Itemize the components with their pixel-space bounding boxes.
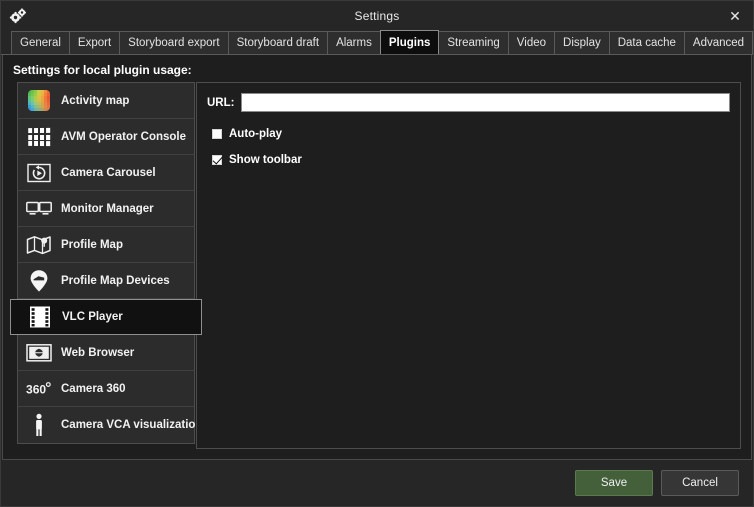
list-item-camera-carousel[interactable]: Camera Carousel: [18, 155, 194, 191]
list-item-profile-map-devices[interactable]: Profile Map Devices: [18, 263, 194, 299]
camera-carousel-icon: [26, 161, 52, 185]
tab-video[interactable]: Video: [508, 31, 555, 54]
gears-icon: [9, 8, 27, 24]
window-title: Settings: [1, 9, 753, 23]
tab-storyboard-export[interactable]: Storyboard export: [119, 31, 228, 54]
globe-screen-icon: [26, 341, 52, 365]
person-figure-icon: [26, 413, 52, 437]
list-item-label: Camera Carousel: [61, 167, 156, 179]
list-item-profile-map[interactable]: Profile Map: [18, 227, 194, 263]
grid-tiles-icon: [26, 125, 52, 149]
list-item-label: Activity map: [61, 95, 129, 107]
list-item-avm-operator-console[interactable]: AVM Operator Console: [18, 119, 194, 155]
list-item-monitor-manager[interactable]: Monitor Manager: [18, 191, 194, 227]
folded-map-icon: [26, 233, 52, 257]
auto-play-checkbox[interactable]: [212, 129, 222, 139]
tab-advanced[interactable]: Advanced: [684, 31, 753, 54]
film-strip-icon: [27, 305, 53, 329]
plugins-tab-panel: Settings for local plugin usage: Activit…: [2, 55, 752, 460]
tab-storyboard-draft[interactable]: Storyboard draft: [228, 31, 328, 54]
tab-data-cache[interactable]: Data cache: [609, 31, 685, 54]
tab-general[interactable]: General: [11, 31, 70, 54]
tab-streaming[interactable]: Streaming: [438, 31, 508, 54]
settings-tabs: General Export Storyboard export Storybo…: [1, 31, 753, 55]
list-item-camera-vca-visualization[interactable]: Camera VCA visualization: [18, 407, 194, 443]
list-item-label: Camera VCA visualization: [61, 419, 202, 431]
plugin-settings-panel: URL: Auto-play Show toolbar: [196, 82, 741, 449]
url-row: URL:: [207, 93, 730, 112]
list-item-label: Web Browser: [61, 347, 134, 359]
list-item-vlc-player[interactable]: VLC Player: [10, 299, 202, 335]
list-item-label: Camera 360: [61, 383, 126, 395]
checkbox-row-auto-play[interactable]: Auto-play: [207, 124, 730, 144]
list-item-web-browser[interactable]: Web Browser: [18, 335, 194, 371]
url-input[interactable]: [241, 93, 730, 112]
activity-heatmap-icon: [26, 89, 52, 113]
title-bar: Settings ✕: [1, 1, 753, 31]
tab-export[interactable]: Export: [69, 31, 120, 54]
list-item-camera-360[interactable]: 360 Camera 360: [18, 371, 194, 407]
list-item-label: AVM Operator Console: [61, 131, 186, 143]
list-item-label: VLC Player: [62, 311, 123, 323]
dialog-footer: Save Cancel: [1, 460, 753, 506]
tab-plugins[interactable]: Plugins: [380, 30, 440, 54]
show-toolbar-checkbox[interactable]: [212, 155, 222, 165]
map-pin-icon: [26, 269, 52, 293]
checkbox-row-show-toolbar[interactable]: Show toolbar: [207, 150, 730, 170]
tab-alarms[interactable]: Alarms: [327, 31, 381, 54]
section-title: Settings for local plugin usage:: [13, 63, 192, 77]
show-toolbar-label: Show toolbar: [229, 154, 302, 166]
list-item-label: Profile Map Devices: [61, 275, 170, 287]
save-button[interactable]: Save: [575, 470, 653, 496]
list-item-label: Profile Map: [61, 239, 123, 251]
settings-dialog: Settings ✕ General Export Storyboard exp…: [0, 0, 754, 507]
close-icon[interactable]: ✕: [723, 5, 747, 27]
dual-monitor-icon: [26, 197, 52, 221]
url-label: URL:: [207, 97, 234, 109]
plugin-list: Activity map AVM Operator Console: [17, 82, 195, 444]
list-item-activity-map[interactable]: Activity map: [18, 83, 194, 119]
tab-display[interactable]: Display: [554, 31, 610, 54]
auto-play-label: Auto-play: [229, 128, 282, 140]
svg-text:360: 360: [26, 382, 46, 396]
camera-360-icon: 360: [26, 377, 52, 401]
cancel-button[interactable]: Cancel: [661, 470, 739, 496]
list-item-label: Monitor Manager: [61, 203, 154, 215]
